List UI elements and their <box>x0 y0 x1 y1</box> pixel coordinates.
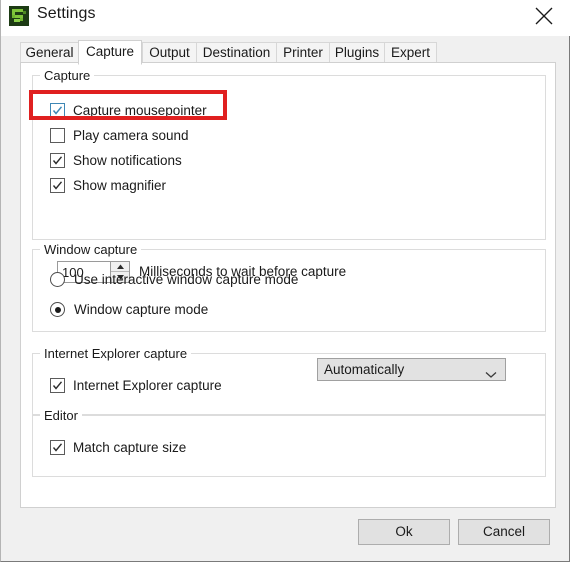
checkbox-box <box>50 178 65 193</box>
radio-label: Window capture mode <box>74 302 209 317</box>
checkbox-label: Capture mousepointer <box>73 103 207 118</box>
tab-label: Expert <box>390 45 431 60</box>
tab-label: Capture <box>85 44 135 59</box>
group-window-capture-label: Window capture <box>40 242 142 257</box>
checkbox-label: Show notifications <box>73 153 182 168</box>
tab-capture[interactable]: Capture <box>78 40 142 65</box>
checkbox-label: Show magnifier <box>73 178 167 193</box>
group-editor-label: Editor <box>40 408 82 423</box>
tab-destination[interactable]: Destination <box>196 42 277 63</box>
group-ie-capture: Internet Explorer capture Internet Explo… <box>32 346 546 415</box>
close-icon[interactable] <box>523 0 565 30</box>
title-bar: Settings <box>1 0 570 36</box>
group-editor: Editor Match capture size <box>32 408 546 477</box>
tab-label: Output <box>149 45 190 60</box>
tab-output[interactable]: Output <box>142 42 197 63</box>
greenshot-icon <box>9 6 29 26</box>
radio-circle <box>50 272 65 287</box>
radio-dot <box>54 306 61 313</box>
radio-circle <box>50 302 65 317</box>
group-window-capture: Window capture Use interactive window ca… <box>32 242 546 332</box>
checkbox-label: Play camera sound <box>73 128 189 143</box>
checkbox-box <box>50 153 65 168</box>
tab-general[interactable]: General <box>20 42 79 63</box>
settings-window: Settings General Capture Output Destinat… <box>0 0 570 562</box>
cancel-button[interactable]: Cancel <box>458 519 550 545</box>
checkbox-box <box>50 440 65 455</box>
checkbox-label: Match capture size <box>73 440 187 455</box>
group-capture: Capture Capture mousepointer Play camera… <box>32 68 546 240</box>
tab-label: Printer <box>283 45 323 60</box>
checkbox-box <box>50 103 65 118</box>
capture-tab-panel: Capture Capture mousepointer Play camera… <box>20 62 556 508</box>
tab-label: General <box>25 45 74 60</box>
radio-label: Use interactive window capture mode <box>74 272 299 287</box>
window-title: Settings <box>37 5 96 22</box>
checkbox-box <box>50 128 65 143</box>
checkbox-box <box>50 378 65 393</box>
group-ie-capture-label: Internet Explorer capture <box>40 346 192 361</box>
tab-expert[interactable]: Expert <box>384 42 437 63</box>
tab-strip: General Capture Output Destination Print… <box>20 40 556 65</box>
tab-plugins[interactable]: Plugins <box>329 42 385 63</box>
ok-button[interactable]: Ok <box>358 519 450 545</box>
tab-printer[interactable]: Printer <box>276 42 330 63</box>
checkbox-label: Internet Explorer capture <box>73 378 222 393</box>
tab-label: Plugins <box>334 45 380 60</box>
tab-label: Destination <box>202 45 271 60</box>
group-capture-label: Capture <box>40 68 95 83</box>
